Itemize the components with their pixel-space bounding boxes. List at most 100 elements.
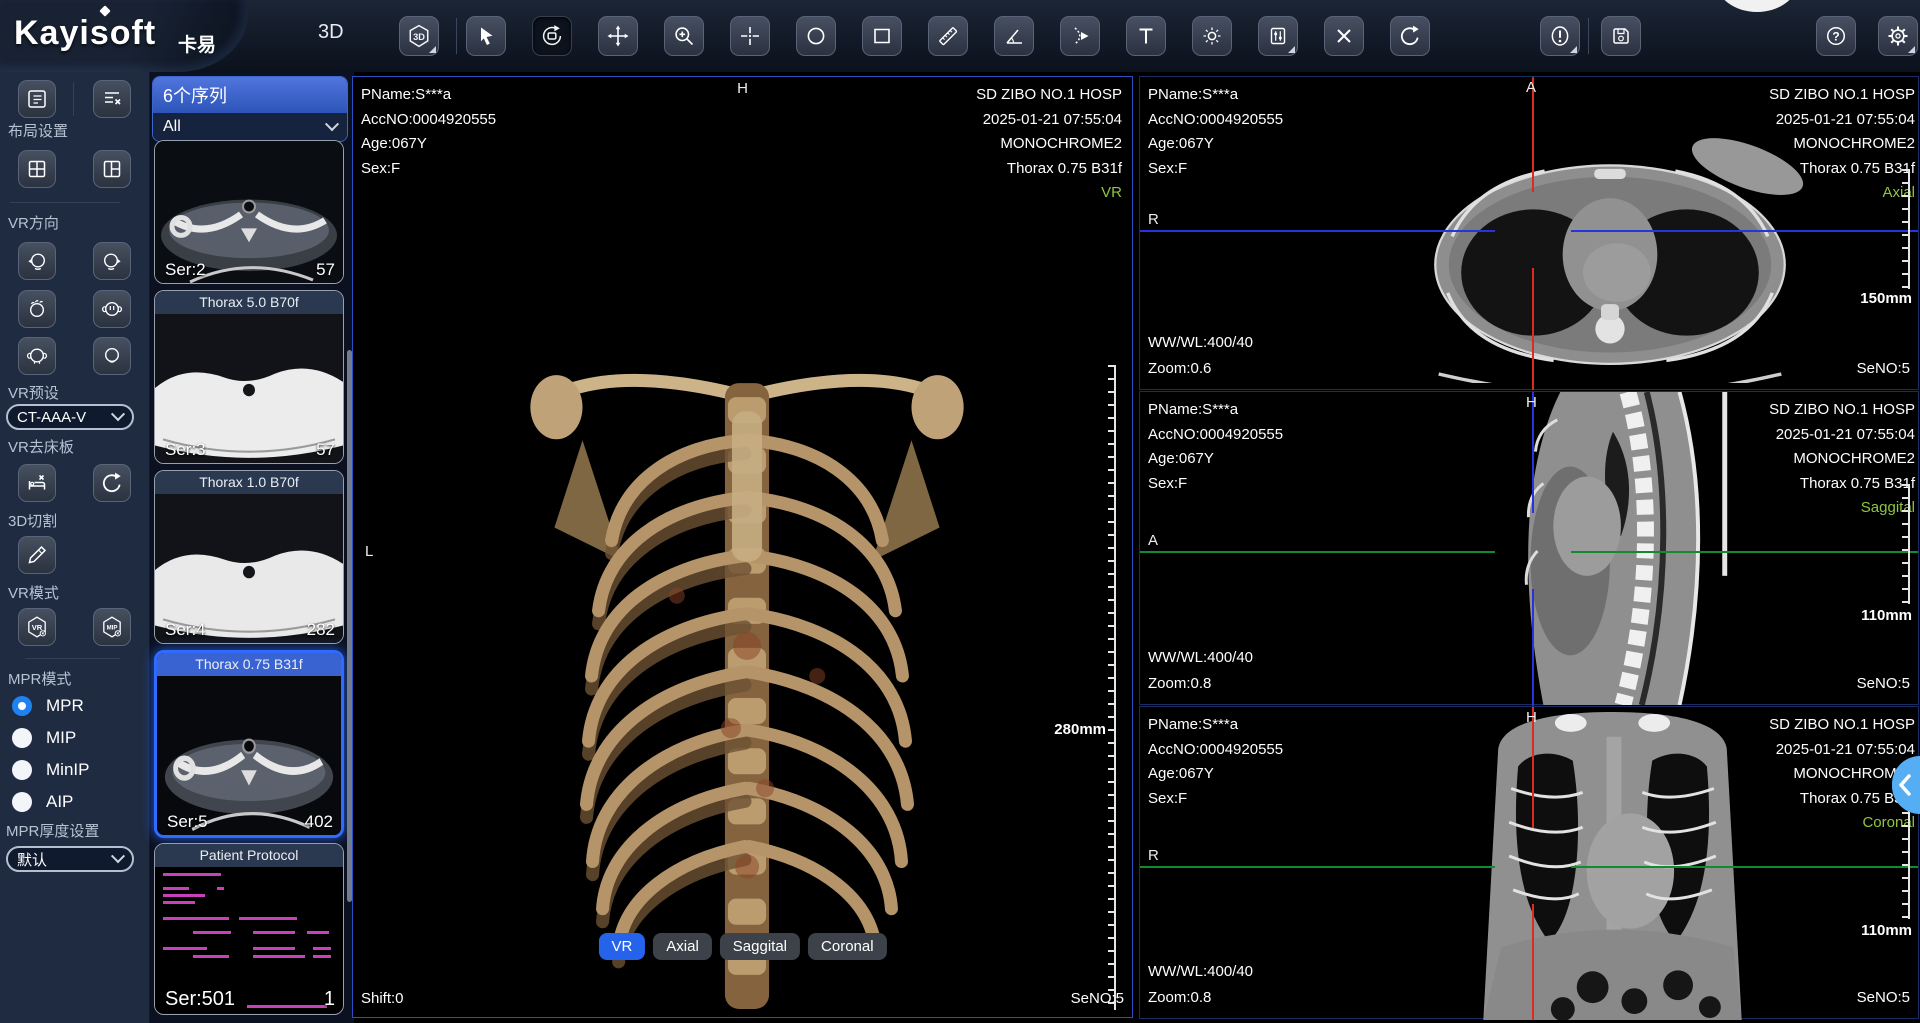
text-annotation-button[interactable] [1126, 16, 1166, 56]
crosshair-vertical[interactable] [1532, 904, 1534, 1020]
rectangle-tool-button[interactable] [862, 16, 902, 56]
window-level-button[interactable] [1192, 16, 1232, 56]
crosshair-horizontal[interactable] [1140, 866, 1495, 868]
mpr-thickness-dropdown[interactable]: 默认 [6, 846, 134, 872]
svg-text:?: ? [1832, 29, 1839, 43]
vr-direction-inferior-button[interactable] [93, 337, 131, 375]
vr-direction-right-button[interactable] [93, 242, 131, 280]
rotate-3d-button[interactable] [532, 16, 572, 56]
coronal-ct-image [1430, 707, 1795, 1020]
chevron-down-icon [325, 117, 339, 131]
pan-button[interactable] [598, 16, 638, 56]
patient-sex: Sex:F [1148, 787, 1283, 812]
patient-age: Age:067Y [1148, 132, 1283, 157]
patient-info-overlay: PName:S***a AccNO:0004920555 Age:067Y Se… [1148, 713, 1283, 811]
zoom-in-icon [673, 25, 695, 47]
cut-3d-button[interactable] [18, 536, 56, 574]
study-datetime: 2025-01-21 07:55:04 [1769, 738, 1915, 763]
ellipse-tool-button[interactable] [796, 16, 836, 56]
crosshair-vertical[interactable] [1532, 268, 1534, 390]
crosshair-horizontal[interactable] [1140, 551, 1495, 553]
cobb-angle-icon [1069, 25, 1091, 47]
scale-label: 110mm [1861, 607, 1912, 624]
scale-label: 150mm [1860, 290, 1912, 307]
vr-direction-left-button[interactable] [18, 242, 56, 280]
view-button-coronal[interactable]: Coronal [808, 933, 887, 960]
series-list-icon [26, 88, 48, 110]
crosshair-button[interactable] [730, 16, 770, 56]
grid-2x2-icon [26, 158, 48, 180]
series-item-ser501[interactable]: Patient Protocol Ser:501 [154, 843, 344, 1015]
crosshair-horizontal[interactable] [1571, 230, 1918, 232]
zoom-in-button[interactable] [664, 16, 704, 56]
reset-view-button[interactable] [1390, 16, 1430, 56]
chevron-down-icon [111, 407, 125, 421]
scale-ruler [1902, 169, 1910, 289]
crosshair-horizontal[interactable] [1571, 551, 1918, 553]
series-title: Patient Protocol [155, 844, 343, 867]
viewport-axial[interactable]: PName:S***a AccNO:0004920555 Age:067Y Se… [1139, 76, 1919, 390]
patient-sex: Sex:F [1148, 472, 1283, 497]
series-item-ser5-selected[interactable]: Thorax 0.75 B31f Ser:5 402 [154, 650, 344, 838]
series-filter-dropdown[interactable]: All [153, 113, 347, 141]
view-button-saggital[interactable]: Saggital [720, 933, 800, 960]
viewport-saggital[interactable]: PName:S***a AccNO:0004920555 Age:067Y Se… [1139, 391, 1919, 705]
vr-mode-mip-button[interactable]: MIP [93, 608, 131, 646]
study-info-overlay: SD ZIBO NO.1 HOSP 2025-01-21 07:55:04 MO… [1769, 398, 1915, 521]
series-item-ser4[interactable]: Thorax 1.0 B70f Ser:4 282 [154, 470, 344, 644]
help-button[interactable]: ? [1816, 16, 1856, 56]
layout-grid-button[interactable] [18, 150, 56, 188]
svg-text:3D: 3D [413, 32, 425, 42]
hospital-name: SD ZIBO NO.1 HOSP [1769, 398, 1915, 423]
window-level-value: WW/WL:400/40 [1148, 646, 1253, 671]
crosshair-vertical[interactable] [1532, 589, 1534, 706]
patient-name: PName:S***a [1148, 83, 1283, 108]
series-number: SeNO:5 [1857, 357, 1910, 382]
user-avatar[interactable] [1716, 0, 1798, 12]
radio-mip[interactable]: MIP [12, 728, 76, 748]
cursor-button[interactable] [466, 16, 506, 56]
series-item-ser3[interactable]: Thorax 5.0 B70f Ser:3 57 [154, 290, 344, 464]
remove-bed-button[interactable] [18, 464, 56, 502]
mode-label: 3D [318, 21, 344, 44]
adjustments-button[interactable] [1258, 16, 1298, 56]
radio-mpr[interactable]: MPR [12, 696, 84, 716]
vr-bed-reset-button[interactable] [93, 464, 131, 502]
series-count-header: 6个序列 [153, 77, 347, 113]
photometric: MONOCHROME2 [1769, 132, 1915, 157]
crosshair-horizontal[interactable] [1140, 230, 1495, 232]
patient-accno: AccNO:0004920555 [1148, 108, 1283, 133]
patient-name: PName:S***a [1148, 398, 1283, 423]
layout-split-button[interactable] [93, 150, 131, 188]
crosshair-horizontal[interactable] [1571, 866, 1918, 868]
layout-close-series-button[interactable] [93, 80, 131, 118]
angle-button[interactable] [994, 16, 1034, 56]
view-3d-button[interactable]: 3D [399, 16, 439, 56]
study-info-overlay: SD ZIBO NO.1 HOSP 2025-01-21 07:55:04 MO… [976, 83, 1122, 206]
info-button[interactable] [1540, 16, 1580, 56]
view-button-axial[interactable]: Axial [653, 933, 712, 960]
vr-direction-anterior-button[interactable] [93, 290, 131, 328]
vr-direction-label: VR方向 [8, 212, 59, 233]
zoom-value: Zoom:0.6 [1148, 357, 1211, 382]
vr-direction-posterior-button[interactable] [18, 337, 56, 375]
series-item-ser2[interactable]: Ser:2 57 [154, 140, 344, 284]
cobb-angle-button[interactable] [1060, 16, 1100, 56]
bed-remove-icon [26, 472, 48, 494]
vr-mode-vr-button[interactable]: VR [18, 608, 56, 646]
viewport-coronal[interactable]: PName:S***a AccNO:0004920555 Age:067Y Se… [1139, 706, 1919, 1019]
ruler-button[interactable] [928, 16, 968, 56]
viewport-vr[interactable]: PName:S***a AccNO:0004920555 Age:067Y Se… [352, 76, 1133, 1018]
radio-minip[interactable]: MinIP [12, 760, 89, 780]
patient-age: Age:067Y [1148, 447, 1283, 472]
view-button-vr[interactable]: VR [598, 933, 645, 960]
layout-series-list-button[interactable] [18, 80, 56, 118]
delete-annotation-button[interactable] [1324, 16, 1364, 56]
vr-preset-dropdown[interactable]: CT-AAA-V [6, 404, 134, 430]
series-image-count: 1 [324, 988, 335, 1011]
settings-button[interactable] [1878, 16, 1918, 56]
rectangle-icon [871, 25, 893, 47]
vr-direction-superior-button[interactable] [18, 290, 56, 328]
save-button[interactable] [1601, 16, 1641, 56]
radio-aip[interactable]: AIP [12, 792, 73, 812]
